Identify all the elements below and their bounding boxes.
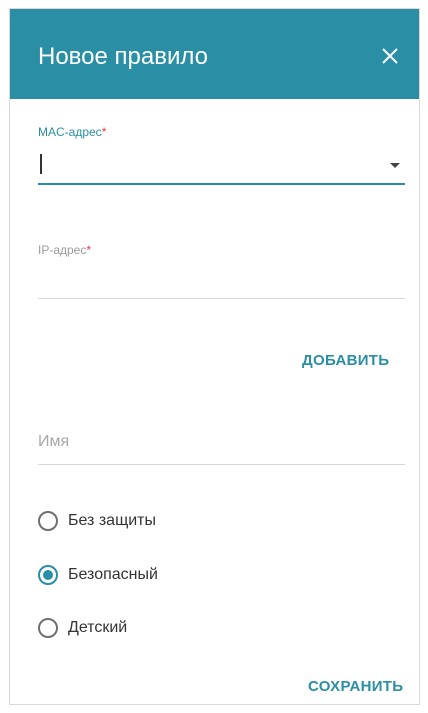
radio-option-secure[interactable]: Безопасный xyxy=(38,563,158,587)
name-input[interactable] xyxy=(38,430,378,454)
dialog-title: Новое правило xyxy=(38,43,208,70)
radio-button[interactable] xyxy=(38,511,58,531)
radio-option-child[interactable]: Детский xyxy=(38,616,127,640)
close-button[interactable] xyxy=(377,43,403,69)
text-cursor xyxy=(40,154,42,174)
required-mark: * xyxy=(86,243,92,257)
ip-address-input[interactable] xyxy=(38,267,378,291)
radio-option-no-protection[interactable]: Без защиты xyxy=(38,509,156,533)
radio-label: Детский xyxy=(68,619,128,636)
mac-address-label: MAC-адрес* xyxy=(38,125,107,139)
mac-address-underline xyxy=(38,183,405,185)
mac-address-dropdown-toggle[interactable] xyxy=(389,157,401,175)
close-icon xyxy=(382,48,398,64)
name-underline xyxy=(38,464,405,465)
ip-address-underline xyxy=(38,298,405,299)
caret-down-icon xyxy=(390,163,400,168)
required-mark: * xyxy=(101,125,107,139)
new-rule-dialog: Новое правило MAC-адрес* IP-адрес* ДОБАВ… xyxy=(9,8,420,705)
radio-label: Безопасный xyxy=(68,566,158,583)
radio-button-selected[interactable] xyxy=(38,565,58,585)
mac-address-input[interactable] xyxy=(38,152,378,176)
add-button[interactable]: ДОБАВИТЬ xyxy=(302,352,389,369)
dialog-header: Новое правило xyxy=(10,9,419,99)
save-button[interactable]: СОХРАНИТЬ xyxy=(308,678,403,695)
radio-label: Без защиты xyxy=(68,512,156,529)
ip-address-label: IP-адрес* xyxy=(38,243,92,257)
radio-button[interactable] xyxy=(38,618,58,638)
